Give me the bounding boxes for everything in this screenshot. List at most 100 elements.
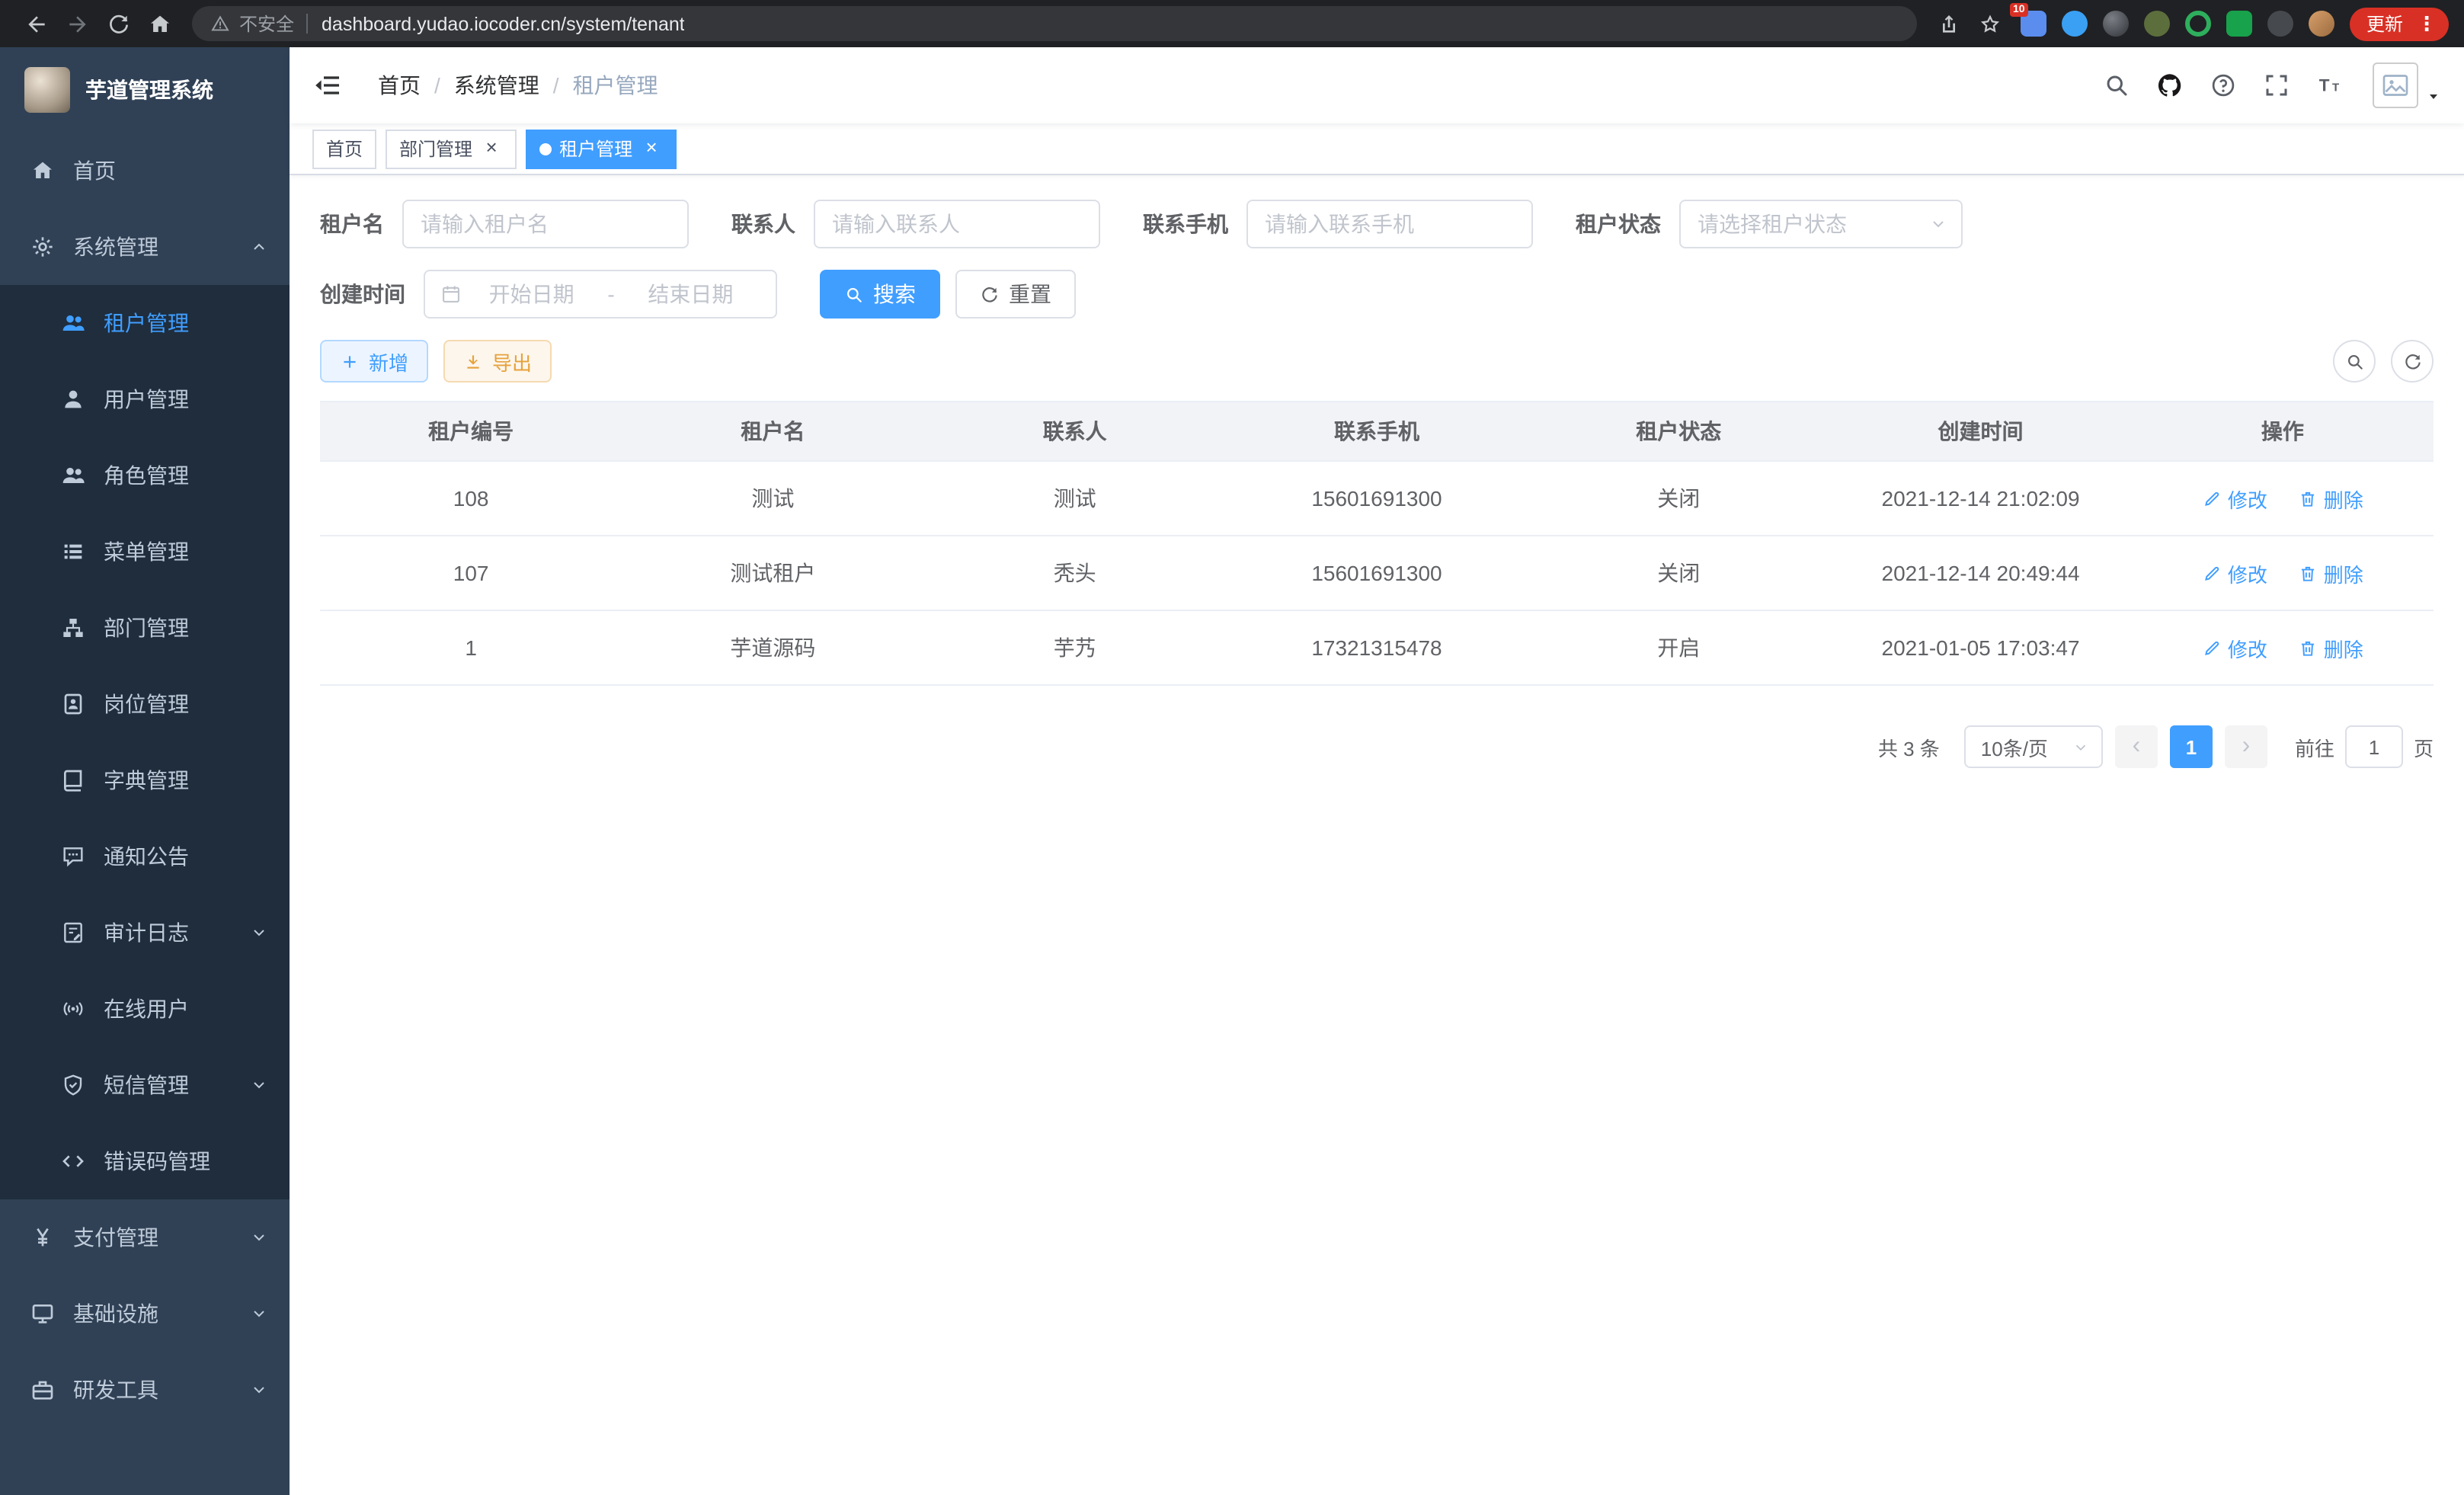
breadcrumb-system[interactable]: 系统管理 xyxy=(454,70,539,101)
hide-search-button[interactable] xyxy=(2333,340,2376,383)
sidebar-item-tenant[interactable]: 租户管理 xyxy=(0,285,290,361)
status-select[interactable]: 请选择租户状态 xyxy=(1679,200,1963,248)
bookmark-star-icon[interactable] xyxy=(1970,3,2011,44)
tab-tenant[interactable]: 租户管理 × xyxy=(526,129,677,168)
toolbox-icon xyxy=(30,1378,55,1402)
fullscreen-icon[interactable] xyxy=(2251,60,2301,110)
table-row: 1 芋道源码 芋艿 17321315478 开启 2021-01-05 17:0… xyxy=(320,610,2434,685)
delete-link[interactable]: 删除 xyxy=(2298,484,2363,513)
refresh-icon xyxy=(980,284,1000,304)
delete-link[interactable]: 删除 xyxy=(2298,633,2363,662)
extension-icon-2[interactable] xyxy=(2062,11,2088,37)
plus-icon xyxy=(340,351,360,371)
app-frame: 芋道管理系统 首页 系统管理 租户管理 xyxy=(0,47,2464,1495)
sidebar-logo[interactable]: 芋道管理系统 xyxy=(0,47,290,133)
book-icon xyxy=(61,768,85,792)
sidebar-toggle-icon[interactable] xyxy=(290,47,366,123)
browser-menu-icon[interactable]: ⋮ xyxy=(2411,11,2443,36)
extension-icon-5[interactable] xyxy=(2185,11,2211,37)
filter-create-time: 创建时间 开始日期 - 结束日期 xyxy=(320,270,777,319)
browser-back-icon[interactable] xyxy=(15,3,56,44)
update-button[interactable]: 更新 ⋮ xyxy=(2350,7,2449,40)
browser-forward-icon[interactable] xyxy=(56,3,98,44)
extension-icon-1[interactable]: 10 xyxy=(2021,11,2046,37)
edit-link[interactable]: 修改 xyxy=(2202,633,2267,662)
toolbar-right xyxy=(2333,340,2434,383)
security-label: 不安全 xyxy=(239,11,294,37)
next-page-button[interactable]: › xyxy=(2225,725,2267,768)
browser-reload-icon[interactable] xyxy=(98,3,139,44)
reset-button[interactable]: 重置 xyxy=(955,270,1076,319)
filter-row-1: 租户名 联系人 联系手机 租户状态 请选择租户状态 xyxy=(320,200,2434,248)
url-text: dashboard.yudao.iocoder.cn/system/tenant xyxy=(322,13,685,34)
browser-profile-avatar[interactable] xyxy=(2309,11,2334,37)
add-button[interactable]: 新增 xyxy=(320,340,428,383)
col-tenant-id: 租户编号 xyxy=(320,402,622,461)
close-icon[interactable]: × xyxy=(480,137,503,160)
share-icon[interactable] xyxy=(1929,3,1970,44)
prev-page-button[interactable]: ‹ xyxy=(2115,725,2158,768)
search-button[interactable]: 搜索 xyxy=(820,270,940,319)
org-tree-icon xyxy=(61,616,85,640)
page-size-select[interactable]: 10条/页 xyxy=(1964,725,2103,768)
toolbar-left: 新增 导出 xyxy=(320,340,552,383)
phone-input[interactable] xyxy=(1246,200,1533,248)
table-row: 108 测试 测试 15601691300 关闭 2021-12-14 21:0… xyxy=(320,461,2434,536)
home-icon xyxy=(30,158,55,183)
breadcrumb-home[interactable]: 首页 xyxy=(378,70,421,101)
not-secure-warning-icon xyxy=(210,14,230,34)
breadcrumb-current: 租户管理 xyxy=(573,70,658,101)
github-icon[interactable] xyxy=(2144,60,2194,110)
sidebar-item-role[interactable]: 角色管理 xyxy=(0,437,290,514)
sidebar-item-sms[interactable]: 短信管理 xyxy=(0,1047,290,1123)
help-icon[interactable] xyxy=(2197,60,2248,110)
export-button[interactable]: 导出 xyxy=(443,340,552,383)
extension-icon-6[interactable] xyxy=(2226,11,2252,37)
sidebar-item-post[interactable]: 岗位管理 xyxy=(0,666,290,742)
refresh-table-button[interactable] xyxy=(2391,340,2434,383)
sidebar-item-dict[interactable]: 字典管理 xyxy=(0,742,290,818)
sidebar-item-menu[interactable]: 菜单管理 xyxy=(0,514,290,590)
browser-home-icon[interactable] xyxy=(139,3,180,44)
chevron-down-icon xyxy=(1929,215,1947,233)
goto-page-input[interactable] xyxy=(2345,725,2403,768)
table-header-row: 租户编号 租户名 联系人 联系手机 租户状态 创建时间 操作 xyxy=(320,402,2434,461)
page-number-button[interactable]: 1 xyxy=(2170,725,2213,768)
address-bar[interactable]: 不安全 dashboard.yudao.iocoder.cn/system/te… xyxy=(192,6,1917,41)
sidebar-item-infrastructure[interactable]: 基础设施 xyxy=(0,1276,290,1352)
contact-input[interactable] xyxy=(814,200,1100,248)
tenant-name-input[interactable] xyxy=(402,200,689,248)
sidebar-item-error-code[interactable]: 错误码管理 xyxy=(0,1123,290,1199)
sidebar-item-dev-tools[interactable]: 研发工具 xyxy=(0,1352,290,1428)
sidebar-item-audit-log[interactable]: 审计日志 xyxy=(0,895,290,971)
edit-link[interactable]: 修改 xyxy=(2202,484,2267,513)
font-size-icon[interactable] xyxy=(2304,60,2354,110)
extension-icon-3[interactable] xyxy=(2103,11,2129,37)
page-content: 租户名 联系人 联系手机 租户状态 请选择租户状态 xyxy=(290,175,2464,1495)
edit-link[interactable]: 修改 xyxy=(2202,559,2267,587)
close-icon[interactable]: × xyxy=(640,137,663,160)
tab-dept[interactable]: 部门管理 × xyxy=(386,129,517,168)
user-avatar-menu[interactable] xyxy=(2373,62,2443,108)
header-search-icon[interactable] xyxy=(2091,60,2141,110)
extension-icon-4[interactable] xyxy=(2144,11,2170,37)
edit-icon xyxy=(2202,488,2222,508)
caret-down-icon xyxy=(2424,87,2443,105)
delete-link[interactable]: 删除 xyxy=(2298,559,2363,587)
sidebar-item-system[interactable]: 系统管理 xyxy=(0,209,290,285)
chevron-up-icon xyxy=(250,238,268,256)
sidebar-item-dept[interactable]: 部门管理 xyxy=(0,590,290,666)
extension-icon-7[interactable] xyxy=(2267,11,2293,37)
trash-icon xyxy=(2298,488,2318,508)
tab-home[interactable]: 首页 xyxy=(312,129,376,168)
sidebar-item-payment[interactable]: 支付管理 xyxy=(0,1199,290,1276)
date-range-picker[interactable]: 开始日期 - 结束日期 xyxy=(424,270,777,319)
sidebar-item-online-user[interactable]: 在线用户 xyxy=(0,971,290,1047)
breadcrumb: 首页 / 系统管理 / 租户管理 xyxy=(378,70,658,101)
sidebar-item-user[interactable]: 用户管理 xyxy=(0,361,290,437)
topbar: 首页 / 系统管理 / 租户管理 xyxy=(290,47,2464,123)
sidebar-item-dashboard[interactable]: 首页 xyxy=(0,133,290,209)
goto-label: 前往 xyxy=(2295,732,2334,761)
sidebar-item-notice[interactable]: 通知公告 xyxy=(0,818,290,895)
document-edit-icon xyxy=(61,920,85,945)
